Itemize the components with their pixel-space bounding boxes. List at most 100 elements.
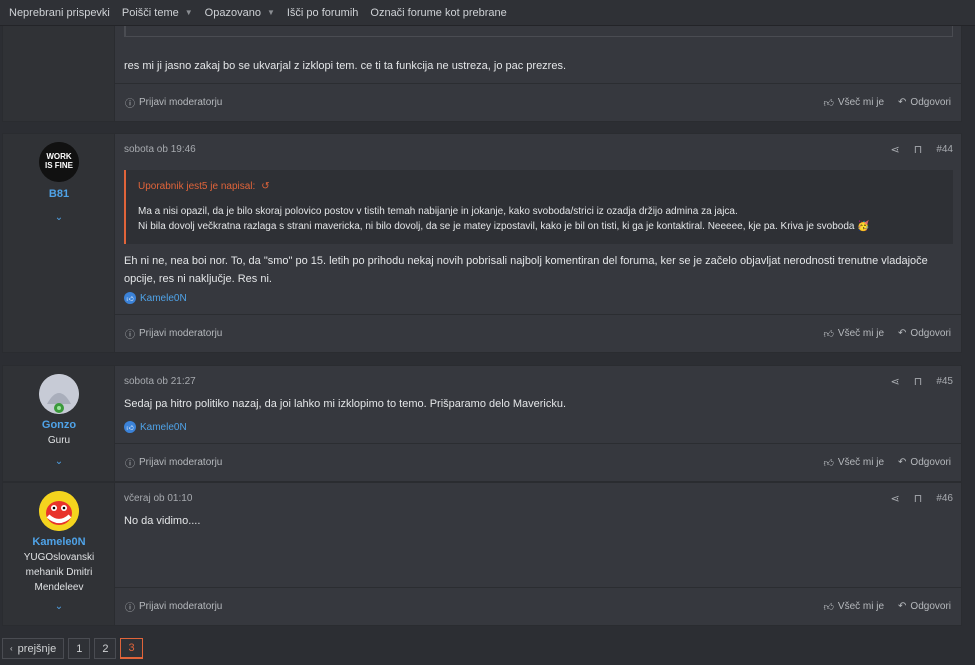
chevron-down-icon: ▼ <box>184 8 193 17</box>
svg-text:IS FINE: IS FINE <box>45 161 74 170</box>
post: Gonzo Guru ⌄ sobota ob 21:27 ⋖ ⊓ #45 Sed… <box>2 365 962 482</box>
reply-button[interactable]: ↶ Odgovori <box>898 457 951 468</box>
post-footer: ⓘ Prijavi moderatorju 👍︎ Všeč mi je ↶ Odgov… <box>115 443 961 481</box>
chevron-down-icon: ▼ <box>266 8 275 17</box>
username[interactable]: B81 <box>3 188 115 200</box>
post: Kamele0N YUGOslovanski mehanik Dmitri Me… <box>2 482 962 626</box>
reply-icon: ↶ <box>898 328 907 339</box>
user-title-line: Mendeleev <box>34 582 84 593</box>
like-label: Všeč mi je <box>837 97 885 108</box>
info-icon: ⓘ <box>125 99 135 110</box>
post-number[interactable]: #46 <box>936 493 953 504</box>
reply-label: Odgovori <box>910 97 951 108</box>
reply-button[interactable]: ↶ Odgovori <box>898 601 951 612</box>
post-number[interactable]: #44 <box>936 144 953 155</box>
share-icon[interactable]: ⋖ <box>891 143 900 156</box>
report-label: Prijavi moderatorju <box>139 328 223 339</box>
report-button[interactable]: ⓘ Prijavi moderatorju <box>125 95 222 110</box>
user-title-line: mehanik Dmitri <box>25 567 93 578</box>
info-icon: ⓘ <box>125 330 135 341</box>
post-date[interactable]: sobota ob 21:27 <box>124 376 196 387</box>
username[interactable]: Kamele0N <box>3 536 115 548</box>
avatar-image <box>39 374 79 414</box>
like-button[interactable]: 👍︎ Všeč mi je <box>823 97 884 109</box>
post: WORK IS FINE B81 ⌄ sobota ob 19:46 ⋖ ⊓ #… <box>2 133 962 353</box>
top-navigation: Neprebrani prispevki Poišči teme ▼ Opazov… <box>0 0 975 26</box>
nav-mark-forums-read[interactable]: Označi forume kot prebrane <box>370 7 506 19</box>
chevron-down-icon[interactable]: ⌄ <box>3 212 115 223</box>
reaction-user[interactable]: Kamele0N <box>140 422 187 433</box>
post-body: Eh ni ne, nea boi nor. To, da "smo" po 1… <box>124 252 941 288</box>
post-number[interactable]: #45 <box>936 376 953 387</box>
prev-page-button[interactable]: ‹ prejšnje <box>2 638 65 659</box>
post-body: Sedaj pa hitro politiko nazaj, da joi la… <box>124 398 567 410</box>
post-meta: včeraj ob 01:10 ⋖ ⊓ #46 <box>124 491 953 505</box>
bookmark-icon[interactable]: ⊓ <box>914 492 923 505</box>
post-date[interactable]: včeraj ob 01:10 <box>124 493 192 504</box>
nav-search-forums[interactable]: Išči po forumih <box>287 7 359 19</box>
avatar[interactable] <box>39 491 79 531</box>
page-2-button[interactable]: 2 <box>94 638 117 659</box>
nav-watched[interactable]: Opazovano ▼ <box>205 7 275 19</box>
post-footer: ⓘ Prijavi moderatorju 👍︎ Všeč mi je ↶ Odgov… <box>115 587 961 625</box>
share-icon[interactable]: ⋖ <box>891 492 900 505</box>
post-body: No da vidimo.... <box>124 515 201 527</box>
post-footer: ⓘ Prijavi moderatorju 👍︎ Všeč mi je ↶ Odgov… <box>115 314 961 352</box>
quote-header[interactable]: Uporabnik jest5 je napisal: ↺ <box>138 181 270 192</box>
avatar[interactable]: WORK IS FINE <box>39 142 79 182</box>
post-date[interactable]: sobota ob 19:46 <box>124 144 196 155</box>
post-footer: ⓘ Prijavi moderatorju 👍︎ Všeč mi je ↶ Odgov… <box>115 83 961 121</box>
report-label: Prijavi moderatorju <box>139 457 223 468</box>
quote-text-line: Ni bila dovolj večkratna razlaga s stran… <box>138 221 855 232</box>
chevron-left-icon: ‹ <box>10 644 13 653</box>
reply-button[interactable]: ↶ Odgovori <box>898 328 951 339</box>
page-1-button[interactable]: 1 <box>68 638 91 659</box>
like-button[interactable]: 👍︎ Všeč mi je <box>823 328 884 340</box>
reactions[interactable]: 👍︎ Kamele0N <box>124 421 187 433</box>
quote-block: Uporabnik jest5 je napisal: ↺ Ma a nisi o… <box>124 170 953 244</box>
user-title: Guru <box>47 435 71 446</box>
jump-back-icon: ↺ <box>261 181 270 192</box>
like-button[interactable]: 👍︎ Všeč mi je <box>823 457 884 469</box>
reply-icon: ↶ <box>898 601 907 612</box>
avatar-image <box>39 491 79 531</box>
report-label: Prijavi moderatorju <box>139 601 223 612</box>
nav-label: Označi forume kot prebrane <box>370 6 507 19</box>
reply-button[interactable]: ↶ Odgovori <box>898 97 951 108</box>
user-cell: Kamele0N YUGOslovanski mehanik Dmitri Me… <box>3 483 115 625</box>
nav-find-threads[interactable]: Poišči teme ▼ <box>122 7 193 19</box>
nav-label: Neprebrani prispevki <box>9 6 110 19</box>
post-main: včeraj ob 01:10 ⋖ ⊓ #46 No da vidimo....… <box>115 483 961 625</box>
reply-label: Odgovori <box>910 328 951 339</box>
nav-label: Opazovano <box>204 6 261 19</box>
report-button[interactable]: ⓘ Prijavi moderatorju <box>125 326 222 341</box>
chevron-down-icon[interactable]: ⌄ <box>3 601 115 612</box>
user-cell <box>3 23 115 121</box>
avatar[interactable] <box>39 374 79 414</box>
thumbs-up-icon: 👍︎ <box>823 328 834 340</box>
share-icon[interactable]: ⋖ <box>891 375 900 388</box>
post-body-line: Eh ni ne, nea boi nor. To, da "smo" po 1… <box>124 255 928 267</box>
user-cell: Gonzo Guru ⌄ <box>3 366 115 481</box>
quote-text: Ma a nisi opazil, da je bilo skoraj polo… <box>138 206 738 217</box>
chevron-down-icon[interactable]: ⌄ <box>3 456 115 467</box>
reaction-user[interactable]: Kamele0N <box>140 293 187 304</box>
bookmark-icon[interactable]: ⊓ <box>914 143 923 156</box>
pagination: ‹ prejšnje 1 2 3 <box>2 638 143 659</box>
nav-unread-posts[interactable]: Neprebrani prispevki <box>9 7 110 19</box>
user-title: YUGOslovanski mehanik Dmitri Mendeleev <box>9 550 109 595</box>
like-label: Všeč mi je <box>837 457 885 468</box>
report-button[interactable]: ⓘ Prijavi moderatorju <box>125 599 222 614</box>
thumbs-up-icon: 👍︎ <box>823 457 834 469</box>
page-3-button[interactable]: 3 <box>120 638 143 659</box>
post-main: res mi ji jasno zakaj bo se ukvarjal z i… <box>115 23 961 121</box>
post-meta: sobota ob 21:27 ⋖ ⊓ #45 <box>124 374 953 388</box>
report-button[interactable]: ⓘ Prijavi moderatorju <box>125 455 222 470</box>
bookmark-icon[interactable]: ⊓ <box>914 375 923 388</box>
like-reaction-icon: 👍︎ <box>124 292 136 304</box>
username[interactable]: Gonzo <box>3 419 115 431</box>
thumbs-up-icon: 👍︎ <box>823 97 834 109</box>
quote-author: Uporabnik jest5 je napisal: <box>138 181 256 192</box>
like-button[interactable]: 👍︎ Všeč mi je <box>823 601 884 613</box>
reactions[interactable]: 👍︎ Kamele0N <box>124 292 187 304</box>
